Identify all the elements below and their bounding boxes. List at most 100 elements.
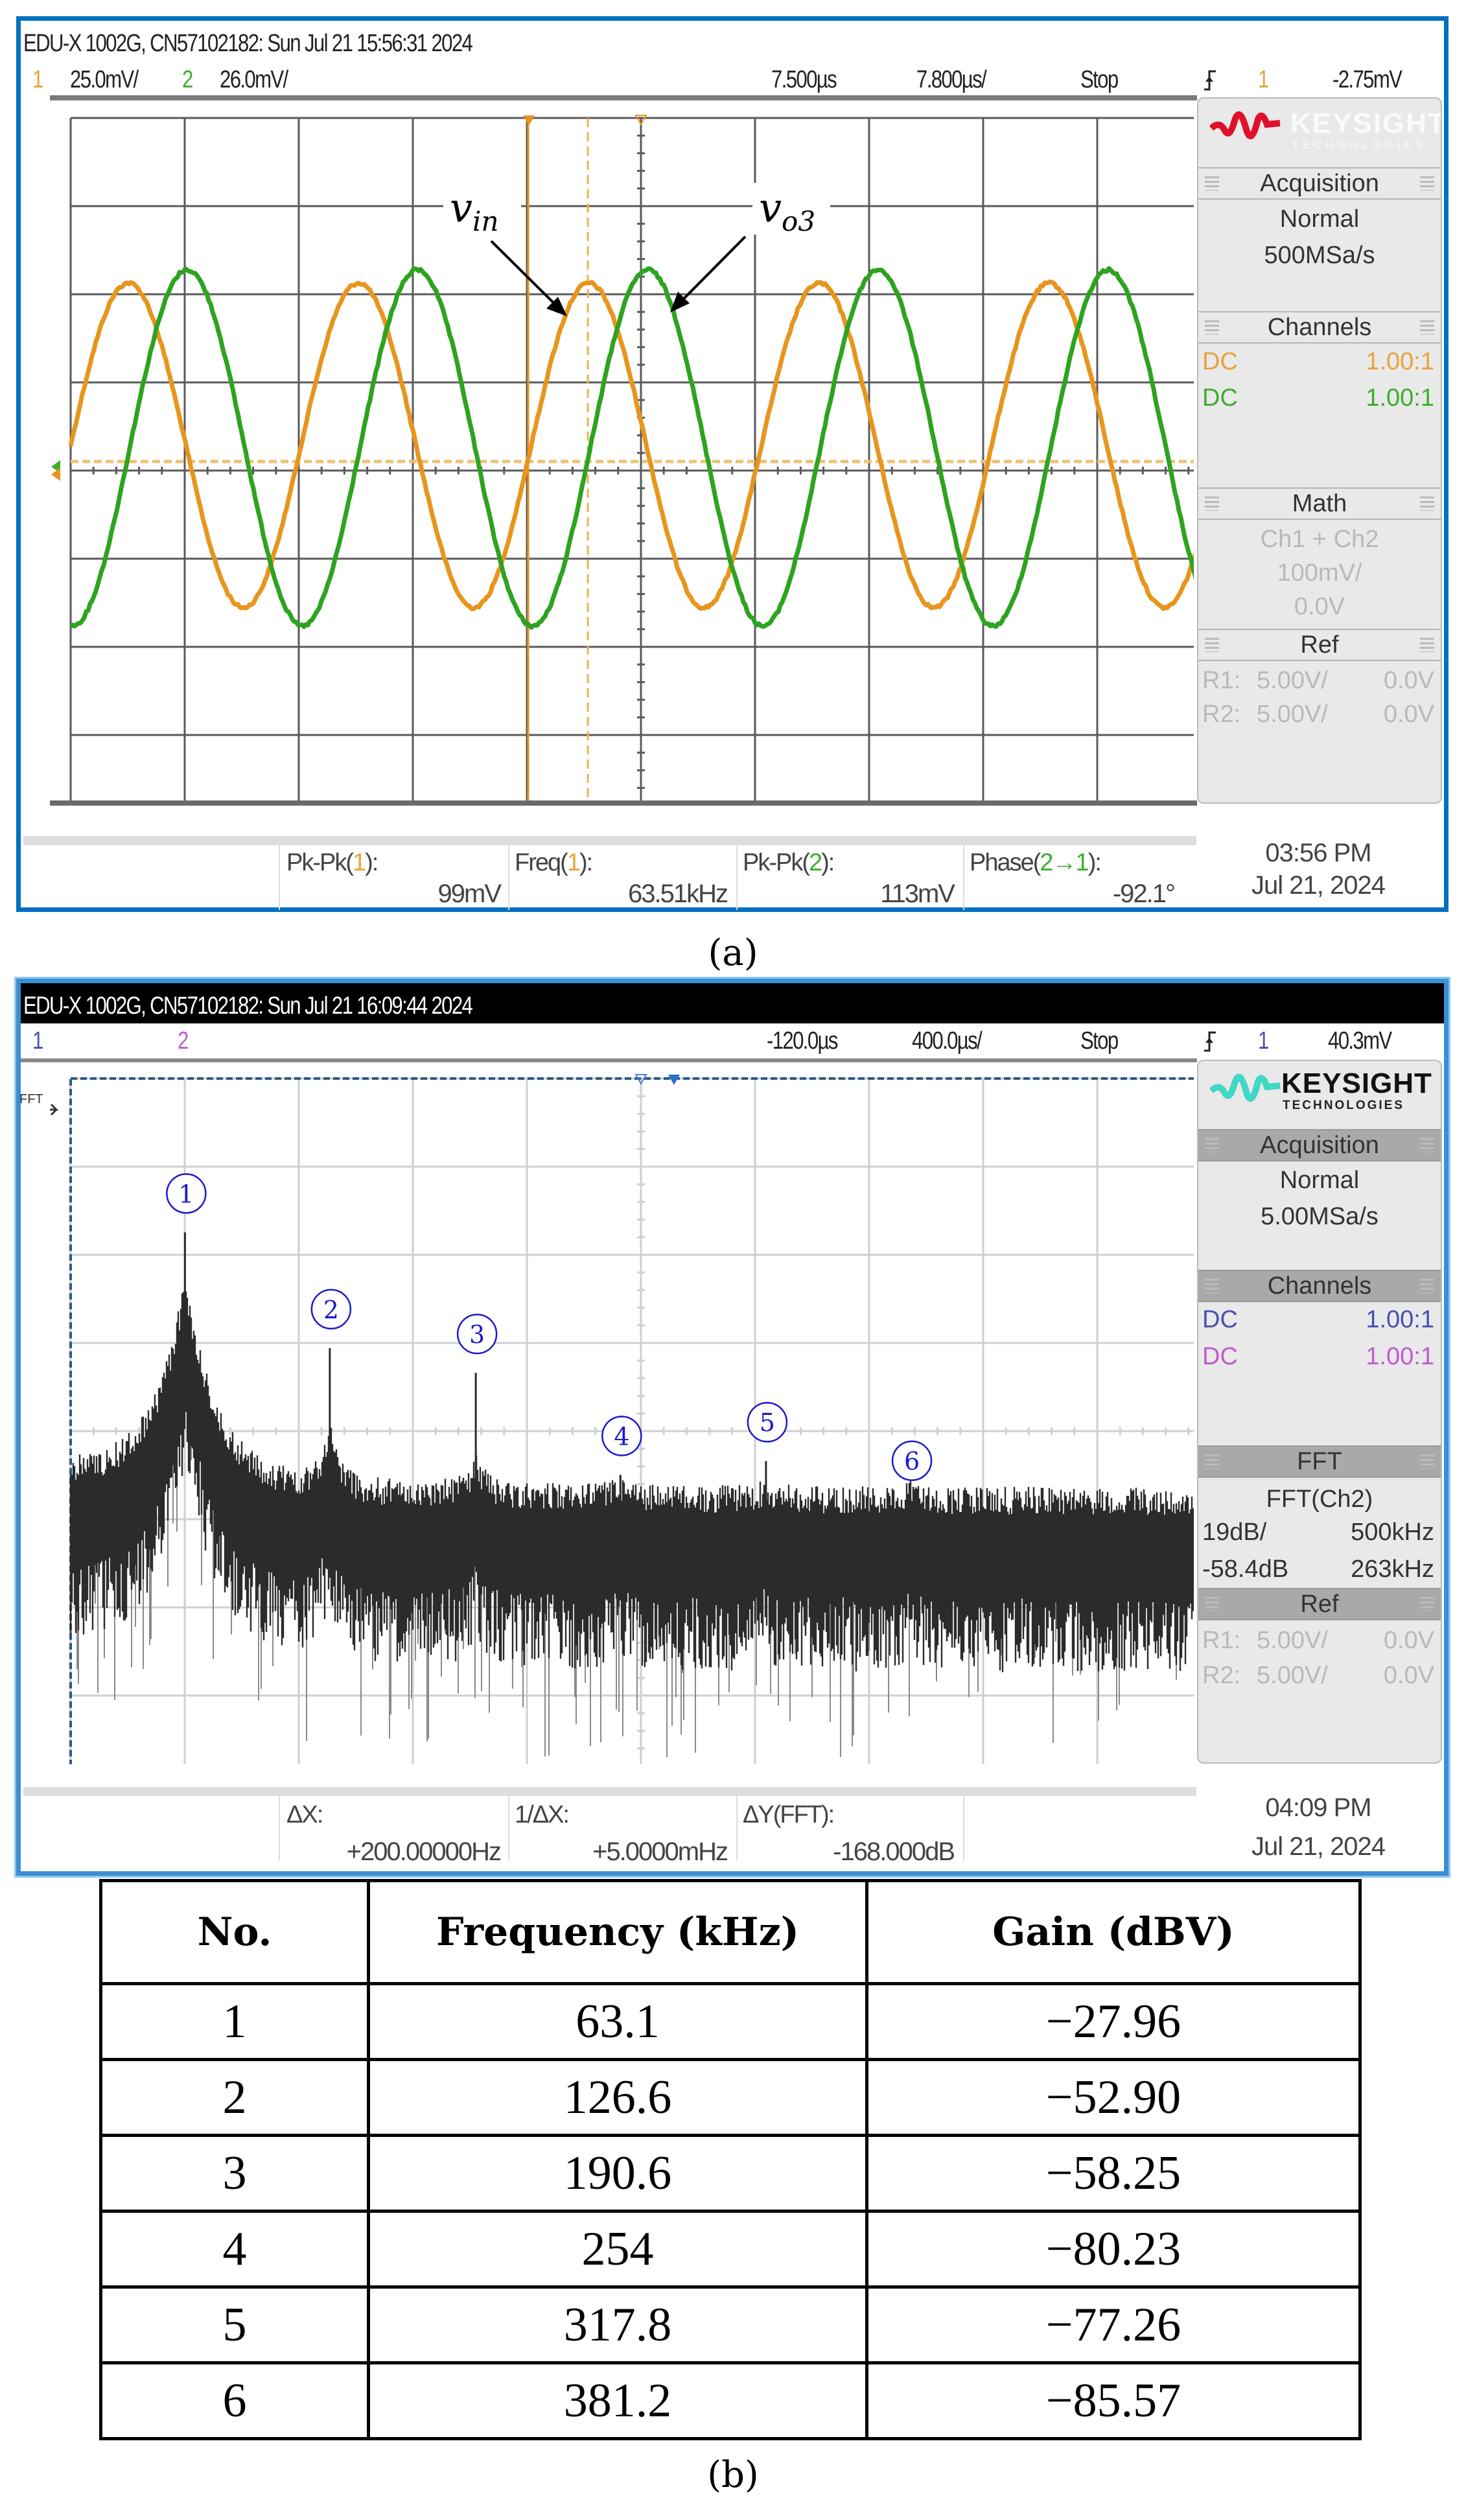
harmonics-table: No. Frequency (kHz) Gain (dBV) 1 63.1 −27.… bbox=[99, 1879, 1362, 2440]
run-state[interactable]: Stop bbox=[1080, 66, 1119, 94]
clock-date: Jul 21, 2024 bbox=[1251, 871, 1386, 900]
horizontal-delay[interactable]: -120.0µs bbox=[767, 1027, 838, 1055]
fft-noise-trace bbox=[69, 1291, 1194, 1672]
meas-channel: 2 bbox=[809, 849, 822, 876]
meas-dy-value: -168.000dB bbox=[833, 1838, 955, 1866]
timebase[interactable]: 400.0µs/ bbox=[912, 1027, 983, 1055]
meas-phase-label: Phase(2→1): bbox=[970, 849, 1102, 877]
cell-frequency: 381.2 bbox=[367, 2361, 868, 2440]
math-header[interactable]: Math bbox=[1198, 487, 1441, 520]
cell-frequency: 317.8 bbox=[367, 2285, 868, 2364]
ch1-label[interactable]: 1 bbox=[32, 1027, 43, 1055]
fft-center: 263kHz bbox=[1351, 1556, 1434, 1583]
channels-header[interactable]: Channels bbox=[1198, 1270, 1441, 1302]
meas-label-text: Pk-Pk( bbox=[743, 849, 810, 876]
fft-display[interactable]: 1 2 3 4 5 6 bbox=[50, 1058, 1194, 1764]
fft-marker-arrow-icon bbox=[50, 1103, 59, 1116]
ref2-scale: 5.00V/ bbox=[1257, 1662, 1328, 1689]
ch1-scale[interactable]: 25.0mV/ bbox=[70, 66, 139, 94]
trigger-channel[interactable]: 1 bbox=[1258, 66, 1269, 94]
ch2-scale[interactable]: 26.0mV/ bbox=[220, 66, 288, 94]
ch1-label[interactable]: 1 bbox=[32, 66, 43, 94]
ch1-probe: 1.00:1 bbox=[1366, 1306, 1434, 1333]
meas-freq1-value: 63.51kHz bbox=[628, 880, 728, 908]
scope-title-bar: EDU-X 1002G, CN57102182: Sun Jul 21 15:5… bbox=[21, 21, 1444, 61]
run-state[interactable]: Stop bbox=[1080, 1027, 1119, 1055]
measurement-separator bbox=[23, 1787, 1196, 1796]
table-row: 6 381.2 −85.57 bbox=[99, 2361, 1362, 2440]
col-header-no: No. bbox=[99, 1879, 370, 1985]
acquisition-header[interactable]: Acquisition bbox=[1198, 167, 1441, 200]
channels-title: Channels bbox=[1267, 314, 1372, 341]
brand-name: KEYSIGHT bbox=[1281, 1068, 1432, 1099]
ch2-label[interactable]: 2 bbox=[182, 66, 193, 94]
meas-pkpk2-value: 113mV bbox=[880, 880, 955, 908]
acq-mode: Normal bbox=[1279, 1167, 1360, 1194]
fft-scale: 19dB/ bbox=[1202, 1519, 1267, 1546]
acq-rate: 500MSa/s bbox=[1264, 242, 1375, 269]
meas-phase-value: -92.1° bbox=[1112, 880, 1176, 908]
meas-label-text: Freq( bbox=[515, 849, 568, 876]
ref1-scale: 5.00V/ bbox=[1257, 667, 1328, 694]
math-offset: 0.0V bbox=[1294, 593, 1345, 620]
peak-label-4: 4 bbox=[614, 1422, 629, 1451]
meas-divider bbox=[963, 1796, 964, 1861]
cell-gain: −52.90 bbox=[865, 2058, 1362, 2137]
cell-gain: −80.23 bbox=[865, 2210, 1362, 2289]
clock-time: 04:09 PM bbox=[1265, 1793, 1371, 1822]
cell-frequency: 63.1 bbox=[367, 1982, 868, 2061]
ref1-offset: 0.0V bbox=[1383, 667, 1434, 694]
fft-marker-label: FFT bbox=[19, 1092, 43, 1106]
ref2-name: R2: bbox=[1202, 1662, 1241, 1689]
ch1-coupling: DC bbox=[1202, 1306, 1238, 1333]
cell-frequency: 254 bbox=[367, 2210, 868, 2289]
cell-no: 5 bbox=[99, 2285, 370, 2364]
fft-ref-level: -58.4dB bbox=[1202, 1556, 1289, 1583]
acquisition-title: Acquisition bbox=[1260, 170, 1379, 197]
ch2-probe: 1.00:1 bbox=[1366, 384, 1434, 412]
channels-header[interactable]: Channels bbox=[1198, 311, 1441, 344]
meas-dx-label: ΔX: bbox=[286, 1801, 323, 1828]
cell-gain: −77.26 bbox=[865, 2285, 1362, 2364]
meas-pkpk1-label: Pk-Pk(1): bbox=[286, 849, 378, 877]
ref2-offset: 0.0V bbox=[1383, 701, 1434, 728]
fft-function: FFT(Ch2) bbox=[1266, 1486, 1373, 1513]
brand-sub: TECHNOLOGIES bbox=[1283, 1099, 1405, 1112]
trigger-channel[interactable]: 1 bbox=[1258, 1027, 1269, 1055]
side-info-panel: KEYSIGHT TECHNOLOGIES Acquisition Normal… bbox=[1197, 97, 1442, 804]
ref-header[interactable]: Ref bbox=[1198, 1588, 1441, 1620]
waveform-display[interactable]: vin vo3 bbox=[50, 97, 1194, 804]
ref2-name: R2: bbox=[1202, 701, 1241, 728]
ch1-coupling: DC bbox=[1202, 348, 1238, 375]
peak-label-5: 5 bbox=[760, 1408, 775, 1437]
timebase[interactable]: 7.800µs/ bbox=[916, 66, 987, 94]
meas-label-text: ): bbox=[579, 849, 593, 876]
table-header-row: No. Frequency (kHz) Gain (dBV) bbox=[99, 1879, 1362, 1985]
cell-no: 6 bbox=[99, 2361, 370, 2440]
col-header-frequency: Frequency (kHz) bbox=[367, 1879, 868, 1985]
brand-name: KEYSIGHT bbox=[1290, 108, 1442, 139]
keysight-wave-icon bbox=[1210, 1073, 1281, 1102]
ref2-scale: 5.00V/ bbox=[1257, 701, 1328, 728]
ref1-scale: 5.00V/ bbox=[1257, 1627, 1328, 1654]
math-function: Ch1 + Ch2 bbox=[1260, 526, 1379, 553]
meas-label-text: Pk-Pk( bbox=[286, 849, 354, 876]
meas-freq1-label: Freq(1): bbox=[515, 849, 593, 877]
grid-bottom-bar bbox=[50, 800, 1197, 806]
ref-header[interactable]: Ref bbox=[1198, 629, 1441, 661]
horizontal-delay[interactable]: 7.500µs bbox=[771, 66, 837, 94]
fft-header[interactable]: FFT bbox=[1198, 1445, 1441, 1478]
trigger-level[interactable]: 40.3mV bbox=[1328, 1027, 1392, 1055]
meas-divider bbox=[736, 1796, 738, 1861]
meas-channel: 1 bbox=[353, 849, 366, 876]
meas-label-text: ): bbox=[1088, 849, 1102, 876]
ch2-label[interactable]: 2 bbox=[178, 1027, 189, 1055]
caption-b: (b) bbox=[707, 2454, 759, 2496]
ch2-probe: 1.00:1 bbox=[1366, 1343, 1434, 1370]
meas-divider bbox=[508, 845, 509, 910]
meas-divider bbox=[963, 845, 964, 910]
acquisition-header[interactable]: Acquisition bbox=[1198, 1129, 1441, 1161]
table-row: 4 254 −80.23 bbox=[99, 2210, 1362, 2289]
trigger-level[interactable]: -2.75mV bbox=[1332, 66, 1402, 94]
keysight-logo: KEYSIGHT TECHNOLOGIES bbox=[1198, 99, 1441, 167]
